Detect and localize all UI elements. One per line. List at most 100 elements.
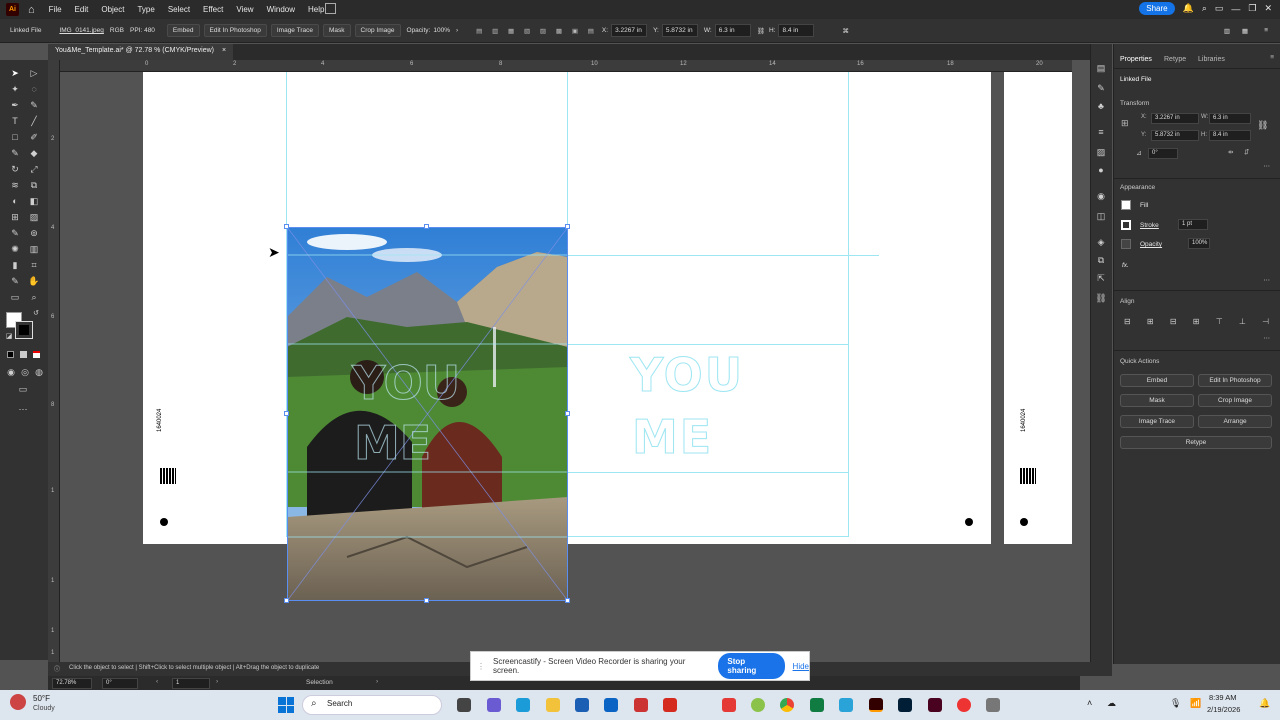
media-player-icon[interactable] <box>634 698 648 712</box>
gradient-mode-icon[interactable] <box>20 351 27 358</box>
stroke-swatch[interactable] <box>1121 220 1131 230</box>
x-field[interactable]: 3.2267 in <box>611 24 648 37</box>
bell-icon[interactable]: 🔔 <box>1183 3 1194 14</box>
restore-icon[interactable]: ❐ <box>1248 3 1256 14</box>
layers-list-icon[interactable]: ≡ <box>1095 126 1107 138</box>
arrange-icon[interactable]: ▦ <box>1242 27 1248 35</box>
screencastify-icon[interactable] <box>722 698 736 712</box>
resize-handle[interactable] <box>565 224 570 229</box>
h-field[interactable]: 8.4 in <box>778 24 815 37</box>
resize-handle[interactable] <box>424 224 429 229</box>
line-tool-icon[interactable]: ╱ <box>28 115 40 127</box>
blend-tool-icon[interactable]: ⊚ <box>28 227 40 239</box>
menu-window[interactable]: Window <box>267 5 295 14</box>
column-graph-icon[interactable]: ▮ <box>9 259 21 271</box>
wifi-icon[interactable]: 📶 <box>1190 698 1201 709</box>
draw-mode-icon[interactable]: ◉ <box>5 366 17 378</box>
linked-filename[interactable]: IMG_0141.jpeg <box>59 27 103 34</box>
edit-toolbar-icon[interactable]: ⋯ <box>17 403 29 415</box>
linked-file-label[interactable]: Linked File <box>10 27 41 34</box>
qa-embed-button[interactable]: Embed <box>1120 374 1194 387</box>
rectangle-tool-icon[interactable]: □ <box>9 131 21 143</box>
menu-help[interactable]: Help <box>308 5 324 14</box>
menu-object[interactable]: Object <box>101 5 124 14</box>
outlook-new-icon[interactable] <box>604 698 618 712</box>
embed-button[interactable]: Embed <box>166 24 200 37</box>
weather-icon[interactable] <box>10 694 26 710</box>
opacity-label[interactable]: Opacity <box>1140 241 1162 248</box>
eraser-tool-icon[interactable]: ◆ <box>28 147 40 159</box>
menu-view[interactable]: View <box>236 5 253 14</box>
notifications-icon[interactable]: 🔔 <box>1259 698 1270 709</box>
chrome-icon[interactable] <box>780 698 794 712</box>
rotate-tool-icon[interactable]: ↻ <box>9 163 21 175</box>
rotate-field[interactable]: 0° <box>1148 148 1178 159</box>
align-icons[interactable]: ▤ ▥ ▦ ▧ ▨ ▩ ▣ ▤ <box>476 27 598 35</box>
stroke-label[interactable]: Stroke <box>1140 222 1159 229</box>
properties-panel-icon[interactable]: ▤ <box>1095 62 1107 74</box>
stroke-swatch[interactable] <box>15 321 33 339</box>
qa-retype-button[interactable]: Retype <box>1120 436 1272 449</box>
artboards-panel-icon[interactable]: ⧉ <box>1095 254 1107 266</box>
task-view-icon[interactable] <box>457 698 471 712</box>
more-options-icon[interactable]: ⋯ <box>1264 162 1271 170</box>
selection-bounding-box[interactable] <box>287 227 568 601</box>
close-icon[interactable]: ✕ <box>1264 3 1272 14</box>
mask-button[interactable]: Mask <box>323 24 351 37</box>
resize-handle[interactable] <box>565 411 570 416</box>
teams-icon[interactable] <box>487 698 501 712</box>
layers-panel-icon[interactable]: ◈ <box>1095 236 1107 248</box>
fx-icon[interactable]: fx. <box>1122 262 1129 269</box>
flip-horizontal-icon[interactable]: ⇹ <box>1228 148 1233 156</box>
more-options-icon[interactable]: ⋯ <box>1264 334 1271 342</box>
pen-tool-icon[interactable]: ✒ <box>9 99 21 111</box>
resize-handle[interactable] <box>284 598 289 603</box>
flip-vertical-icon[interactable]: ⇵ <box>1244 148 1249 156</box>
tab-retype[interactable]: Retype <box>1164 56 1186 63</box>
network-icon[interactable]: ☁ <box>1107 698 1116 709</box>
taskbar-search[interactable] <box>302 695 442 715</box>
more-options-icon[interactable]: ⋯ <box>1264 276 1271 284</box>
horizontal-ruler[interactable]: 0 2 4 6 8 10 12 14 16 18 20 <box>60 60 1072 72</box>
edit-photoshop-button[interactable]: Edit In Photoshop <box>203 24 267 37</box>
scale-tool-icon[interactable]: ⤢ <box>28 163 40 175</box>
hand-tool-icon[interactable]: ✋ <box>28 275 40 287</box>
drag-handle-icon[interactable]: ⋮ <box>477 662 485 671</box>
slice-tool-icon[interactable]: ⌗ <box>28 259 40 271</box>
acrobat-icon[interactable] <box>663 698 677 712</box>
w-field[interactable]: 6.3 in <box>714 24 751 37</box>
type-tool-icon[interactable]: T <box>9 115 21 127</box>
search-icon[interactable]: ⌕ <box>1202 3 1207 14</box>
eyedropper-tool-icon[interactable]: ✎ <box>9 227 21 239</box>
lasso-tool-icon[interactable]: ◌ <box>28 83 40 95</box>
menu-edit[interactable]: Edit <box>75 5 89 14</box>
chevron-up-icon[interactable]: ˄ <box>1087 698 1092 708</box>
chrome-alt-icon[interactable] <box>751 698 765 712</box>
shape-builder-tool-icon[interactable]: ◐ <box>9 195 21 207</box>
tab-properties[interactable]: Properties <box>1120 56 1152 63</box>
fill-swatch[interactable] <box>1121 200 1131 210</box>
free-transform-tool-icon[interactable]: ⧉ <box>28 179 40 191</box>
next-artboard-icon[interactable]: › <box>216 678 218 685</box>
draw-inside-icon[interactable]: ◍ <box>33 366 45 378</box>
rotation-field[interactable]: 0° <box>102 678 138 689</box>
indesign-icon[interactable] <box>928 698 942 712</box>
brush-panel-icon[interactable]: ✎ <box>1095 82 1107 94</box>
gradient-panel-icon[interactable]: ▨ <box>1095 146 1107 158</box>
file-explorer-icon[interactable] <box>546 698 560 712</box>
photos-icon[interactable] <box>839 698 853 712</box>
image-trace-button[interactable]: Image Trace <box>270 24 319 37</box>
warp-tool-icon[interactable]: ≋ <box>9 179 21 191</box>
zoom-field[interactable]: 72.78% <box>52 678 92 689</box>
draw-behind-icon[interactable]: ◎ <box>19 366 31 378</box>
qa-mask-button[interactable]: Mask <box>1120 394 1194 407</box>
symbols-panel-icon[interactable]: ♣ <box>1095 100 1107 112</box>
magic-wand-icon[interactable]: ✦ <box>9 83 21 95</box>
calculator-icon[interactable] <box>986 698 1000 712</box>
opacity-field[interactable]: 100% <box>1188 238 1210 249</box>
minimize-icon[interactable]: — <box>1231 4 1240 14</box>
w-field[interactable]: 6.3 in <box>1209 113 1251 124</box>
edge-icon[interactable] <box>516 698 530 712</box>
stroke-weight-field[interactable]: 1 pt <box>1178 219 1208 230</box>
links-panel-icon[interactable]: ⛓ <box>1095 292 1107 304</box>
